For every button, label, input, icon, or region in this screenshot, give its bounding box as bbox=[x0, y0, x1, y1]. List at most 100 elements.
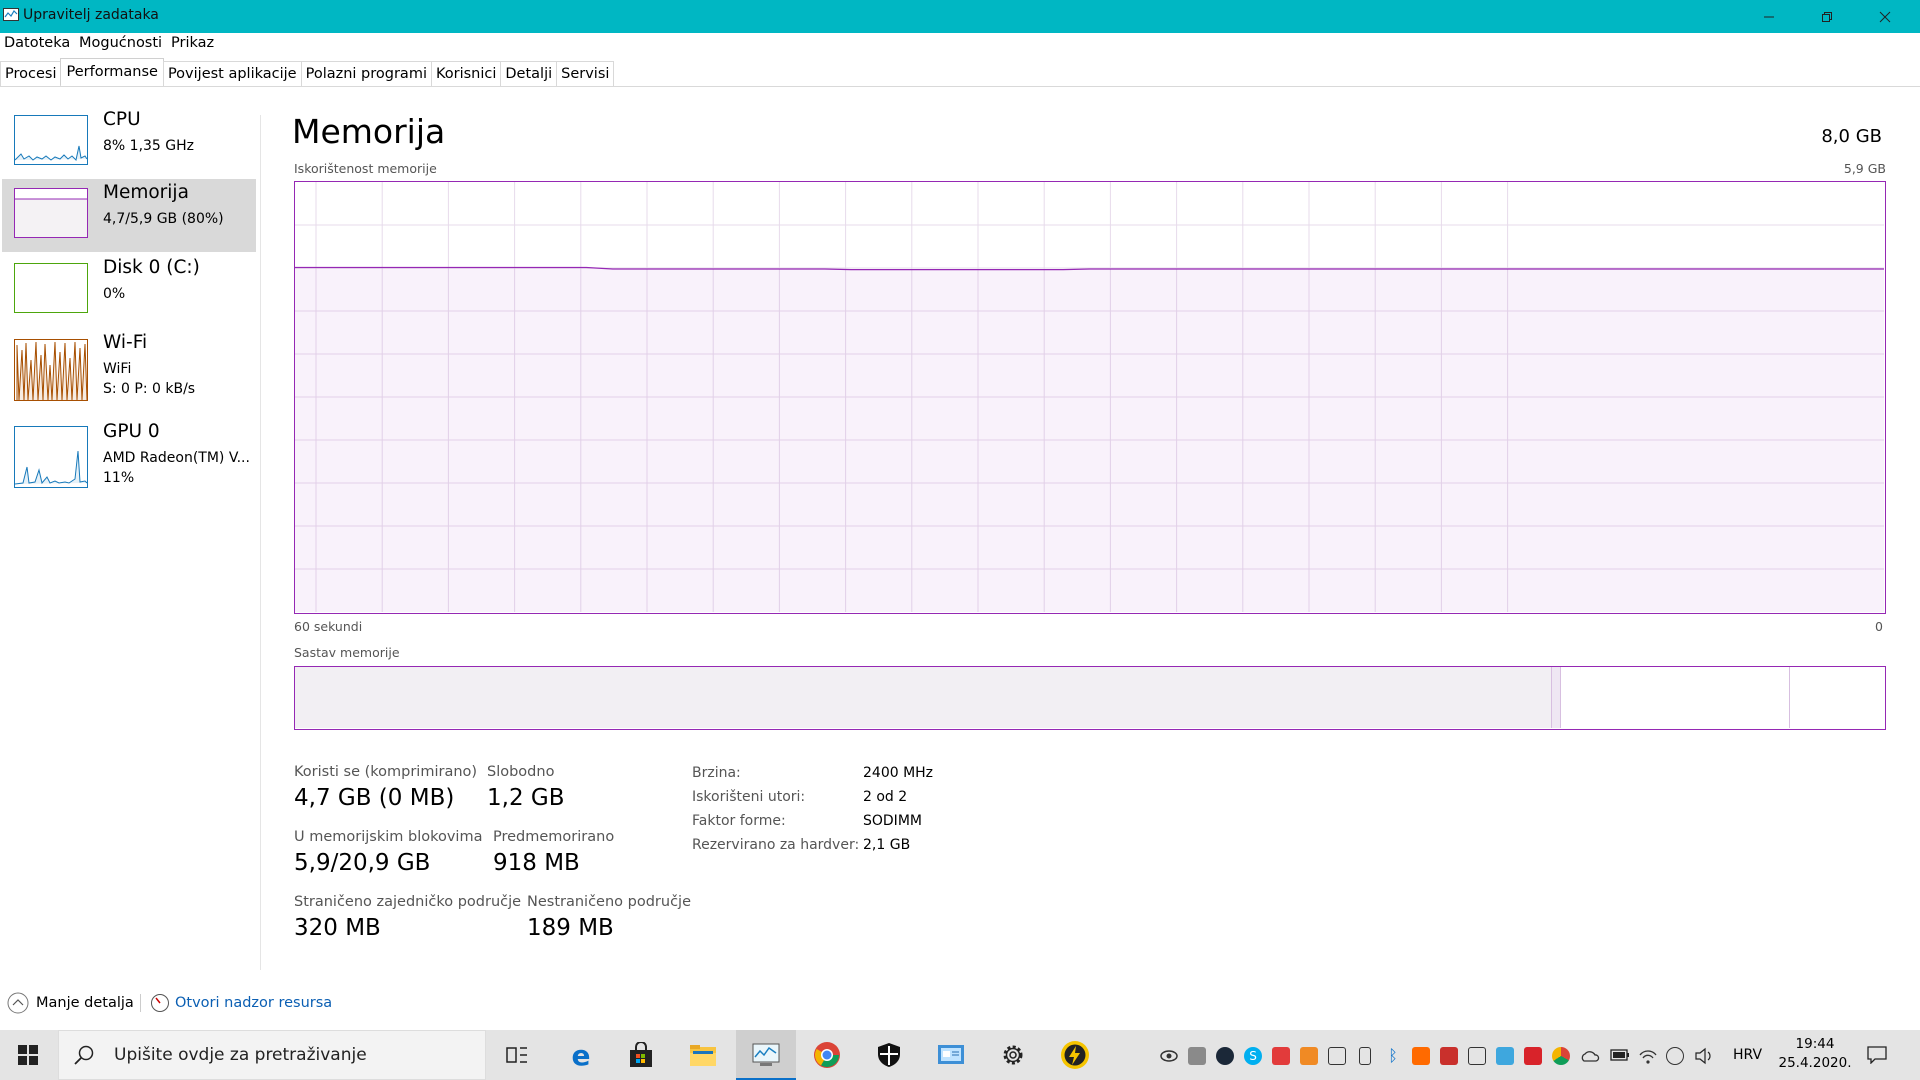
graph-max-label: 5,9 GB bbox=[1843, 161, 1886, 176]
nonpaged-pool-value: 189 MB bbox=[527, 915, 614, 941]
sidebar-item-name: CPU bbox=[103, 109, 141, 130]
tray-usb-icon[interactable] bbox=[1359, 1047, 1371, 1065]
tray-volume-icon[interactable] bbox=[1694, 1047, 1712, 1065]
tray-app-icon-gray[interactable] bbox=[1188, 1047, 1206, 1065]
task-view-button[interactable] bbox=[502, 1040, 532, 1070]
tray-app-icon-blue[interactable] bbox=[1496, 1047, 1514, 1065]
form-factor-label: Faktor forme: bbox=[692, 813, 786, 829]
sidebar-item-gpu[interactable]: GPU 0 AMD Radeon(TM) V... 11% bbox=[2, 418, 256, 502]
tray-display-icon[interactable] bbox=[1468, 1047, 1486, 1065]
composition-label: Sastav memorije bbox=[294, 645, 400, 660]
task-manager-taskbar-button[interactable] bbox=[736, 1030, 796, 1080]
clock-date: 25.4.2020. bbox=[1778, 1055, 1852, 1071]
sidebar-item-detail: 4,7/5,9 GB (80%) bbox=[103, 211, 224, 227]
tab-bar: Procesi Performanse Povijest aplikacije … bbox=[0, 58, 615, 86]
window-title: Upravitelj zadataka bbox=[23, 7, 159, 23]
restore-button[interactable] bbox=[1798, 0, 1856, 33]
usage-area bbox=[295, 267, 1884, 612]
tray-java-icon[interactable] bbox=[1300, 1047, 1318, 1065]
tray-battery-icon[interactable] bbox=[1610, 1047, 1629, 1065]
sidebar-item-wifi[interactable]: Wi-Fi WiFi S: 0 P: 0 kB/s bbox=[2, 329, 256, 417]
graph-time-left: 60 sekundi bbox=[294, 619, 363, 634]
menu-file[interactable]: Datoteka bbox=[4, 35, 70, 51]
file-explorer-button[interactable] bbox=[688, 1040, 718, 1070]
windows-logo-icon bbox=[18, 1045, 38, 1065]
chrome-icon bbox=[814, 1042, 840, 1068]
fewer-details-button[interactable]: Manje detalja bbox=[7, 992, 134, 1014]
shield-icon bbox=[878, 1043, 900, 1067]
tray-bluetooth-icon[interactable]: ᛒ bbox=[1384, 1047, 1402, 1065]
settings-button[interactable] bbox=[998, 1040, 1028, 1070]
tray-chrome-icon[interactable] bbox=[1552, 1047, 1570, 1065]
action-center-button[interactable] bbox=[1862, 1040, 1892, 1070]
tray-app-icon-orange[interactable] bbox=[1412, 1047, 1430, 1065]
in-use-label: Koristi se (komprimirano) bbox=[294, 764, 478, 780]
taskbar-search-box[interactable]: Upišite ovdje za pretraživanje bbox=[58, 1030, 486, 1080]
slots-used-label: Iskorišteni utori: bbox=[692, 789, 806, 805]
tray-steam-icon[interactable] bbox=[1216, 1047, 1234, 1065]
gpu-thumbnail-graph bbox=[14, 426, 88, 488]
tray-app-icon-red[interactable] bbox=[1440, 1047, 1458, 1065]
control-panel-icon bbox=[938, 1045, 964, 1064]
composition-in-use bbox=[295, 667, 1552, 728]
available-label: Slobodno bbox=[487, 764, 555, 780]
cached-value: 918 MB bbox=[493, 850, 580, 876]
sidebar-item-detail: AMD Radeon(TM) V... bbox=[103, 450, 250, 466]
folder-icon bbox=[690, 1045, 716, 1066]
tab-users[interactable]: Korisnici bbox=[430, 61, 502, 86]
chevron-up-icon bbox=[7, 992, 29, 1014]
hardware-reserved-label: Rezervirano za hardver: bbox=[692, 837, 860, 853]
resource-monitor-link[interactable]: Otvori nadzor resursa bbox=[150, 992, 332, 1014]
disk-thumbnail-graph bbox=[14, 263, 88, 313]
tab-details[interactable]: Detalji bbox=[500, 61, 558, 86]
in-use-value: 4,7 GB (0 MB) bbox=[294, 785, 455, 811]
cpu-thumbnail-graph bbox=[14, 115, 88, 165]
power-app-button[interactable] bbox=[1060, 1040, 1090, 1070]
start-button[interactable] bbox=[0, 1030, 56, 1080]
sidebar-item-disk[interactable]: Disk 0 (C:) 0% bbox=[2, 254, 256, 327]
minimize-button[interactable] bbox=[1740, 0, 1798, 33]
tab-processes[interactable]: Procesi bbox=[0, 61, 62, 86]
restore-icon bbox=[1822, 11, 1832, 22]
memory-composition-bar bbox=[294, 666, 1886, 730]
sidebar-item-detail: 8% 1,35 GHz bbox=[103, 138, 195, 154]
security-app-button[interactable] bbox=[874, 1040, 904, 1070]
sidebar-item-cpu[interactable]: CPU 8% 1,35 GHz bbox=[2, 106, 256, 179]
memory-thumbnail-graph bbox=[14, 188, 88, 238]
sidebar-item-memory[interactable]: Memorija 4,7/5,9 GB (80%) bbox=[2, 179, 256, 252]
gear-icon bbox=[1003, 1045, 1023, 1065]
tab-performance[interactable]: Performanse bbox=[60, 58, 164, 85]
total-memory: 8,0 GB bbox=[1821, 126, 1882, 147]
tab-app-history[interactable]: Povijest aplikacije bbox=[162, 61, 302, 86]
control-panel-button[interactable] bbox=[936, 1040, 966, 1070]
store-button[interactable] bbox=[626, 1040, 656, 1070]
tray-network-app-icon[interactable] bbox=[1160, 1047, 1178, 1065]
menu-options[interactable]: Mogućnosti bbox=[79, 35, 162, 51]
chrome-button[interactable] bbox=[812, 1040, 842, 1070]
tab-startup[interactable]: Polazni programi bbox=[300, 61, 432, 86]
tray-wireless-display-icon[interactable] bbox=[1666, 1047, 1684, 1065]
search-icon bbox=[74, 1045, 94, 1065]
tray-monitor-app-icon[interactable] bbox=[1328, 1047, 1346, 1065]
sidebar-item-detail: WiFi bbox=[103, 361, 132, 377]
composition-modified bbox=[1552, 667, 1561, 728]
tray-camera-icon[interactable] bbox=[1272, 1047, 1290, 1065]
taskbar-clock[interactable]: 19:44 25.4.2020. bbox=[1765, 1035, 1865, 1075]
available-value: 1,2 GB bbox=[487, 785, 565, 811]
paged-pool-value: 320 MB bbox=[294, 915, 381, 941]
tray-skype-icon[interactable]: S bbox=[1244, 1047, 1262, 1065]
sidebar-divider bbox=[260, 115, 261, 970]
menu-view[interactable]: Prikaz bbox=[171, 35, 214, 51]
sidebar-item-detail: 0% bbox=[103, 286, 126, 302]
store-icon bbox=[630, 1042, 652, 1067]
edge-browser-button[interactable]: e bbox=[566, 1039, 596, 1072]
sidebar-item-name: Wi-Fi bbox=[103, 332, 148, 353]
fewer-details-label: Manje detalja bbox=[36, 995, 134, 1011]
input-language[interactable]: HRV bbox=[1733, 1047, 1762, 1063]
close-button[interactable] bbox=[1856, 0, 1914, 33]
committed-label: U memorijskim blokovima bbox=[294, 829, 483, 845]
tray-wifi-icon[interactable] bbox=[1638, 1047, 1657, 1065]
tray-onedrive-icon[interactable] bbox=[1580, 1047, 1600, 1065]
tray-app-icon-darkred[interactable] bbox=[1524, 1047, 1542, 1065]
tab-services[interactable]: Servisi bbox=[556, 61, 615, 86]
